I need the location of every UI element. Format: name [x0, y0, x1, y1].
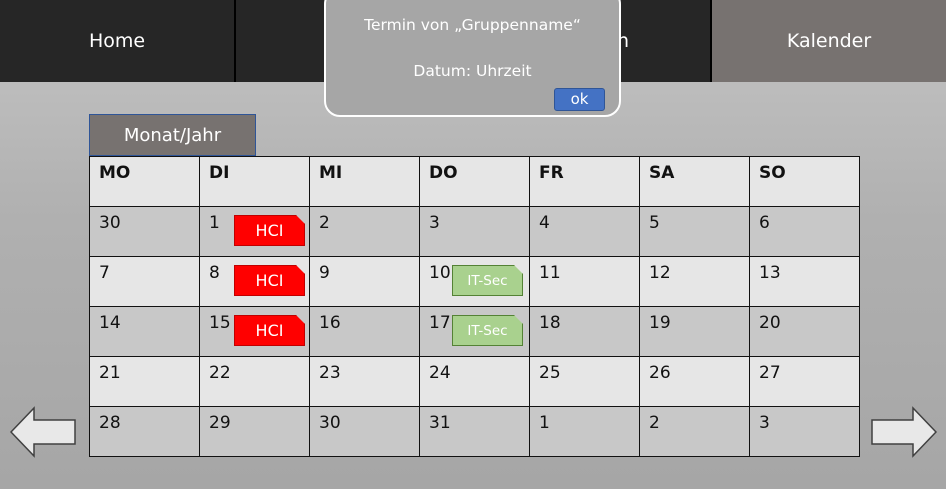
day-number: 15 [209, 313, 231, 333]
event-hci[interactable]: HCI [234, 265, 305, 296]
weekday-sa: SA [639, 156, 750, 207]
day-number: 3 [429, 213, 440, 233]
day-cell[interactable]: 19 [639, 306, 750, 357]
arrow-right-icon[interactable] [871, 406, 937, 458]
day-number: 8 [209, 263, 220, 283]
day-cell[interactable]: 2 [309, 206, 420, 257]
day-cell[interactable]: 12 [639, 256, 750, 307]
day-number: 16 [319, 313, 341, 333]
day-number: 6 [759, 213, 770, 233]
day-number: 2 [649, 413, 660, 433]
day-cell[interactable]: 14 [89, 306, 200, 357]
day-cell[interactable]: 6 [749, 206, 860, 257]
day-cell[interactable]: 30 [309, 406, 420, 457]
day-cell[interactable]: 11 [529, 256, 640, 307]
day-number: 21 [99, 363, 121, 383]
day-number: 10 [429, 263, 451, 283]
day-cell[interactable]: 24 [419, 356, 530, 407]
day-number: 28 [99, 413, 121, 433]
day-cell[interactable]: 29 [199, 406, 310, 457]
day-cell[interactable]: 3 [749, 406, 860, 457]
day-number: 4 [539, 213, 550, 233]
day-cell[interactable]: 30 [89, 206, 200, 257]
popup-title: Termin von „Gruppenname“ [364, 16, 581, 34]
day-number: 23 [319, 363, 341, 383]
day-number: 22 [209, 363, 231, 383]
day-number: 25 [539, 363, 561, 383]
day-cell[interactable]: 9 [309, 256, 420, 307]
day-number: 29 [209, 413, 231, 433]
weekday-mi: MI [309, 156, 420, 207]
day-number: 18 [539, 313, 561, 333]
day-cell[interactable]: 3 [419, 206, 530, 257]
day-cell[interactable]: 25 [529, 356, 640, 407]
day-number: 20 [759, 313, 781, 333]
weekday-fr: FR [529, 156, 640, 207]
day-number: 30 [99, 213, 121, 233]
day-cell[interactable]: 22 [199, 356, 310, 407]
day-number: 24 [429, 363, 451, 383]
day-cell[interactable]: 28 [89, 406, 200, 457]
weekday-do: DO [419, 156, 530, 207]
day-cell[interactable]: 4 [529, 206, 640, 257]
day-number: 1 [539, 413, 550, 433]
event-itsec[interactable]: IT-Sec [452, 315, 523, 346]
event-itsec[interactable]: IT-Sec [452, 265, 523, 296]
day-cell[interactable]: 31 [419, 406, 530, 457]
day-cell[interactable]: 23 [309, 356, 420, 407]
day-number: 19 [649, 313, 671, 333]
day-number: 1 [209, 213, 220, 233]
day-number: 14 [99, 313, 121, 333]
day-cell[interactable]: 8 HCI [199, 256, 310, 307]
tab-home[interactable]: Home [0, 0, 236, 82]
day-number: 2 [319, 213, 330, 233]
weekday-header: MO DI MI DO FR SA SO [89, 156, 860, 207]
day-cell[interactable]: 2 [639, 406, 750, 457]
day-cell[interactable]: 5 [639, 206, 750, 257]
tab-kalender[interactable]: Kalender [712, 0, 946, 82]
day-cell[interactable]: 16 [309, 306, 420, 357]
calendar-grid: MO DI MI DO FR SA SO 30 1 HCI 2 3 4 5 6 7… [89, 156, 860, 457]
day-cell[interactable]: 26 [639, 356, 750, 407]
weekday-di: DI [199, 156, 310, 207]
day-number: 9 [319, 263, 330, 283]
day-number: 3 [759, 413, 770, 433]
day-number: 13 [759, 263, 781, 283]
week-row: 28 29 30 31 1 2 3 [89, 406, 860, 457]
event-hci[interactable]: HCI [234, 315, 305, 346]
day-cell[interactable]: 27 [749, 356, 860, 407]
week-row: 14 15 HCI 16 17 IT-Sec 18 19 20 [89, 306, 860, 357]
day-cell[interactable]: 10 IT-Sec [419, 256, 530, 307]
day-cell[interactable]: 13 [749, 256, 860, 307]
day-number: 31 [429, 413, 451, 433]
day-number: 17 [429, 313, 451, 333]
day-number: 11 [539, 263, 561, 283]
day-cell[interactable]: 7 [89, 256, 200, 307]
popup-date: Datum: Uhrzeit [413, 62, 532, 80]
week-row: 7 8 HCI 9 10 IT-Sec 11 12 13 [89, 256, 860, 307]
weekday-mo: MO [89, 156, 200, 207]
day-cell[interactable]: 1 HCI [199, 206, 310, 257]
arrow-left-icon[interactable] [10, 406, 76, 458]
day-cell[interactable]: 20 [749, 306, 860, 357]
week-row: 30 1 HCI 2 3 4 5 6 [89, 206, 860, 257]
day-number: 5 [649, 213, 660, 233]
day-number: 12 [649, 263, 671, 283]
day-number: 7 [99, 263, 110, 283]
appointment-popup: Termin von „Gruppenname“ Datum: Uhrzeit … [324, 0, 621, 117]
day-cell[interactable]: 21 [89, 356, 200, 407]
day-cell[interactable]: 17 IT-Sec [419, 306, 530, 357]
event-hci[interactable]: HCI [234, 215, 305, 246]
ok-button[interactable]: ok [554, 88, 605, 111]
day-cell[interactable]: 15 HCI [199, 306, 310, 357]
month-year-label: Monat/Jahr [89, 114, 256, 156]
weekday-so: SO [749, 156, 860, 207]
day-cell[interactable]: 1 [529, 406, 640, 457]
day-cell[interactable]: 18 [529, 306, 640, 357]
day-number: 30 [319, 413, 341, 433]
day-number: 27 [759, 363, 781, 383]
day-number: 26 [649, 363, 671, 383]
week-row: 21 22 23 24 25 26 27 [89, 356, 860, 407]
